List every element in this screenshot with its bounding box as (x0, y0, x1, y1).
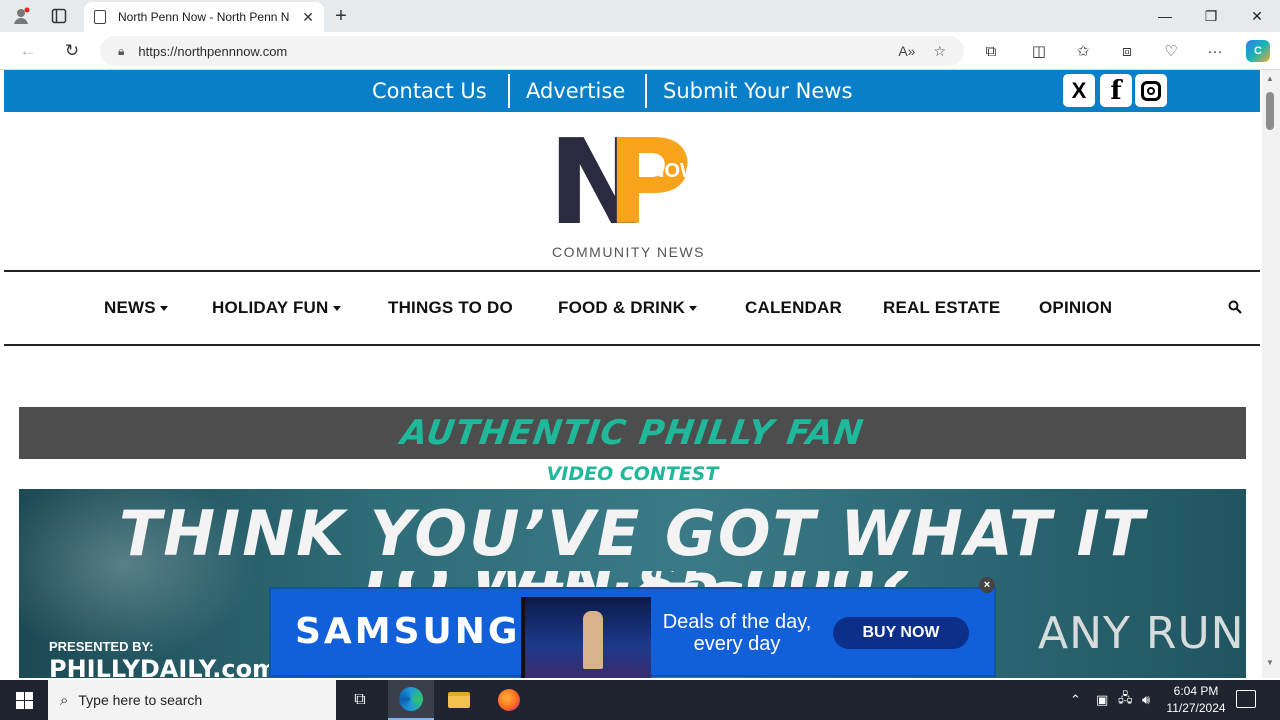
url-text: https://northpennnow.com (138, 43, 288, 59)
menu-item-holiday-fun[interactable]: HOLIDAY FUN (212, 298, 341, 318)
banner-title-bar: AUTHENTIC PHILLY FAN (19, 407, 1246, 459)
menu-item-opinion[interactable]: OPINION (1039, 298, 1112, 318)
menu-item-label: HOLIDAY FUN (212, 298, 329, 317)
folder-icon (448, 692, 470, 708)
header-divider-bottom (4, 344, 1260, 346)
show-hidden-icons[interactable]: ⌃ (1070, 680, 1081, 720)
menu-item-calendar[interactable]: CALENDAR (745, 298, 842, 318)
clock-date: 11/27/2024 (1166, 701, 1226, 715)
page-favicon-icon (94, 10, 106, 24)
taskbar-clock[interactable]: 6:04 PM 11/27/2024 (1164, 683, 1228, 717)
copilot-icon[interactable]: C (1246, 40, 1270, 62)
file-explorer-taskbar-app[interactable] (436, 680, 482, 720)
facebook-icon[interactable]: f (1100, 74, 1132, 107)
windows-logo-icon (15, 691, 33, 709)
menu-item-real-estate[interactable]: REAL ESTATE (883, 298, 1000, 318)
edge-taskbar-app[interactable] (388, 680, 434, 720)
clock-time: 6:04 PM (1173, 684, 1219, 698)
restore-button[interactable]: ❐ (1188, 0, 1234, 32)
new-tab-button[interactable]: + (328, 4, 354, 28)
scroll-up-icon[interactable]: ▲ (1266, 74, 1274, 83)
favorites-icon[interactable]: ✩ (1068, 38, 1098, 64)
site-logo[interactable]: N P NOW COMMUNITY NEWS (548, 123, 728, 262)
minimize-button[interactable]: — (1142, 0, 1188, 32)
back-button[interactable]: ← (14, 38, 42, 64)
tab-grid-icon (51, 8, 67, 24)
edge-browser-icon (399, 687, 423, 711)
banner-subtitle-bar: VIDEO CONTEST (19, 459, 1246, 489)
advertise-link[interactable]: Advertise (526, 74, 625, 108)
profile-avatar-icon (14, 7, 30, 24)
top-link-divider (508, 74, 510, 108)
x-twitter-icon[interactable]: X (1063, 74, 1095, 107)
windows-taskbar: ⌕ Type here to search ⧉ ⌃ ▣ 🖧︎ 🔊︎ 6:04 P… (0, 680, 1280, 720)
address-bar[interactable]: 🔒︎ https://northpennnow.com A» ☆ (100, 36, 964, 66)
banner-subtitle: VIDEO CONTEST (546, 463, 719, 485)
extensions-icon[interactable]: ⧉ (976, 38, 1006, 64)
scrollbar-thumb[interactable] (1266, 92, 1274, 130)
header-divider-top (4, 270, 1260, 272)
taskbar-search-placeholder: Type here to search (78, 692, 203, 708)
top-link-divider (645, 74, 647, 108)
search-magnifier-icon: ⌕ (60, 691, 69, 709)
close-ad-icon[interactable]: × (979, 577, 995, 593)
close-window-button[interactable]: ✕ (1234, 0, 1280, 32)
browser-essentials-icon[interactable]: ♡ (1156, 38, 1186, 64)
lock-icon: 🔒︎ (118, 43, 125, 58)
logo-tagline: COMMUNITY NEWS (552, 244, 705, 260)
submit-news-link[interactable]: Submit Your News (663, 74, 852, 108)
web-page: Contact Us Advertise Submit Your News X … (0, 70, 1262, 678)
chevron-down-icon (689, 306, 698, 312)
browser-tab-active[interactable]: North Penn Now - North Penn N ✕ (84, 2, 324, 32)
tab-title: North Penn Now - North Penn N (118, 10, 290, 24)
instagram-glyph-icon (1141, 80, 1161, 101)
anyrun-watermark: ANY RUN (1038, 608, 1245, 659)
close-tab-icon[interactable]: ✕ (302, 9, 314, 26)
sponsor-name: PHILLYDAILY.com (49, 655, 278, 678)
instagram-icon[interactable] (1135, 74, 1167, 107)
search-icon[interactable] (1228, 300, 1242, 314)
menu-item-food-drink[interactable]: FOOD & DRINK (558, 298, 698, 318)
ad-phone-image (521, 597, 651, 678)
favorite-star-icon[interactable]: ☆ (933, 43, 946, 60)
task-view-icon: ⧉ (354, 691, 366, 708)
collections-icon[interactable]: ⧈ (1112, 38, 1142, 64)
split-screen-icon[interactable]: ◫ (1024, 38, 1054, 64)
ad-deal-text: Deals of the day, every day (647, 611, 827, 655)
ad-deal-line2: every day (693, 633, 781, 655)
chevron-down-icon (159, 306, 168, 312)
menu-item-label: FOOD & DRINK (558, 298, 686, 317)
menu-item-news[interactable]: NEWS (104, 298, 168, 318)
buy-now-button[interactable]: BUY NOW (833, 617, 969, 649)
browser-tab-bar: North Penn Now - North Penn N ✕ + — ❐ ✕ (0, 0, 1280, 32)
ad-deal-line1: Deals of the day, (662, 611, 812, 633)
read-aloud-icon[interactable]: A» (898, 43, 915, 59)
browser-toolbar: ← ↻ 🔒︎ https://northpennnow.com A» ☆ ⧉ ◫… (0, 32, 1280, 70)
volume-icon[interactable]: 🔊︎ (1142, 680, 1150, 720)
contact-us-link[interactable]: Contact Us (372, 74, 487, 108)
logo-now-text: NOW (650, 160, 699, 182)
profile-icon[interactable] (8, 4, 34, 28)
notification-center-icon[interactable] (1236, 690, 1256, 708)
firefox-taskbar-app[interactable] (486, 680, 532, 720)
meet-now-icon[interactable]: ▣ (1096, 680, 1108, 720)
scroll-down-icon[interactable]: ▼ (1266, 658, 1274, 667)
firefox-icon (498, 689, 520, 711)
ad-brand: SAMSUNG (295, 611, 521, 652)
banner-title: AUTHENTIC PHILLY FAN (398, 413, 867, 453)
top-link-strip: Contact Us Advertise Submit Your News X … (4, 70, 1260, 112)
start-button[interactable] (0, 680, 48, 720)
samsung-overlay-ad[interactable]: SAMSUNG Deals of the day, every day BUY … (269, 577, 996, 678)
menu-item-label: NEWS (104, 298, 156, 317)
network-icon[interactable]: 🖧︎ (1118, 680, 1133, 720)
chevron-down-icon (332, 306, 341, 312)
presented-by-label: PRESENTED BY: (49, 639, 154, 654)
taskbar-search-box[interactable]: ⌕ Type here to search (48, 680, 336, 720)
settings-more-icon[interactable]: ··· (1200, 38, 1230, 64)
refresh-button[interactable]: ↻ (58, 38, 86, 64)
task-view-button[interactable]: ⧉ (337, 680, 383, 720)
page-scrollbar[interactable]: ▲ ▼ (1262, 70, 1280, 678)
tab-actions-icon[interactable] (46, 4, 72, 28)
menu-item-things-to-do[interactable]: THINGS TO DO (388, 298, 513, 318)
